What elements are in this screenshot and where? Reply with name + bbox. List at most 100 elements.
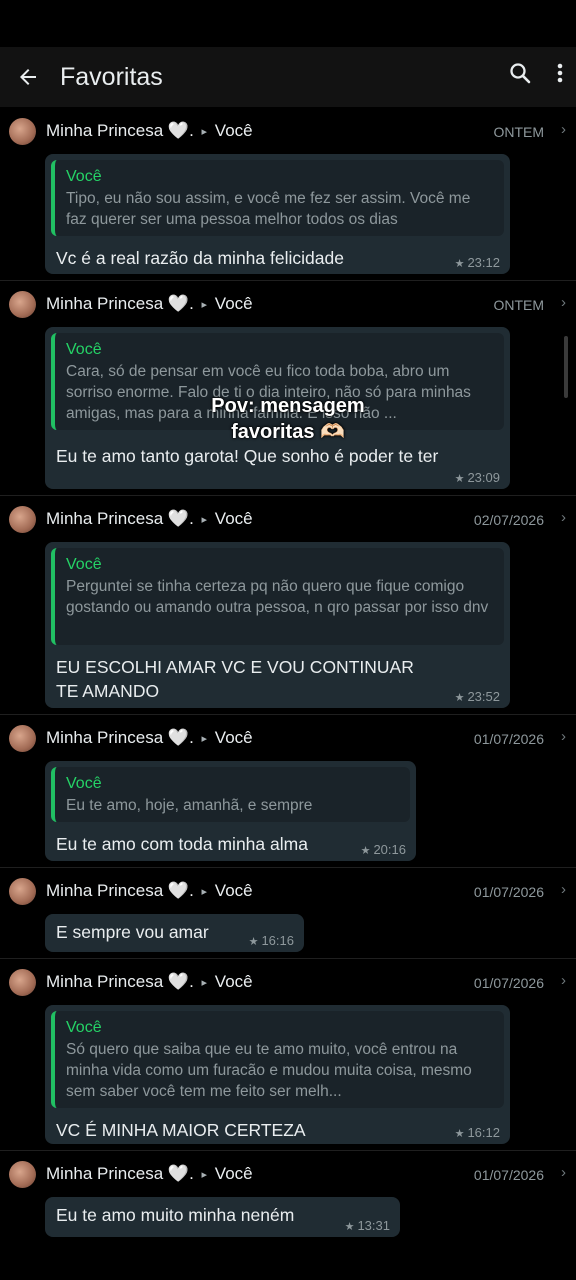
avatar[interactable] <box>9 506 36 533</box>
star-icon: ★ <box>344 1221 355 1233</box>
sender-line: Minha Princesa 🤍. ▸ Você <box>46 881 253 901</box>
star-icon: ★ <box>454 692 465 704</box>
message-time: 16:12 <box>467 1125 500 1140</box>
sender-line: Minha Princesa 🤍. ▸ Você <box>46 294 253 314</box>
heart-emoji: 🤍. <box>167 728 194 747</box>
avatar[interactable] <box>9 1161 36 1188</box>
message-text: Eu te amo tanto garota! Que sonho é pode… <box>56 446 439 466</box>
heart-emoji: 🤍. <box>167 294 194 313</box>
quoted-sender: Você <box>66 556 102 573</box>
search-icon[interactable] <box>508 61 532 85</box>
avatar[interactable] <box>9 291 36 318</box>
starred-message-item[interactable]: Minha Princesa 🤍. ▸ Você 01/07/2026 › Eu… <box>0 1151 576 1271</box>
starred-message-item[interactable]: Minha Princesa 🤍. ▸ Você 01/07/2026 › E … <box>0 868 576 959</box>
quoted-message[interactable]: Você Só quero que saiba que eu te amo mu… <box>51 1011 504 1108</box>
starred-message-item[interactable]: Minha Princesa 🤍. ▸ Você ONTEM › Você Ti… <box>0 108 576 281</box>
arrow-left-icon[interactable] <box>16 65 40 89</box>
chevron-right-icon[interactable]: › <box>561 509 566 526</box>
message-meta: ★ 20:16 <box>361 842 406 857</box>
quoted-text: Tipo, eu não sou assim, e você me fez se… <box>66 190 471 228</box>
message-bubble[interactable]: E sempre vou amar ★ 16:16 <box>45 914 304 952</box>
quoted-sender: Você <box>66 1019 102 1036</box>
avatar[interactable] <box>9 878 36 905</box>
sender-name: Minha Princesa <box>46 294 164 313</box>
heart-emoji: 🤍. <box>167 121 194 140</box>
app-header: Favoritas <box>0 47 576 107</box>
arrow-right-icon: ▸ <box>201 299 208 311</box>
heart-emoji: 🤍. <box>167 509 194 528</box>
heart-emoji: 🤍. <box>167 881 194 900</box>
quoted-text: Eu te amo, hoje, amanhã, e sempre <box>66 797 313 814</box>
message-bubble[interactable]: Você Tipo, eu não sou assim, e você me f… <box>45 154 510 274</box>
recipient-name: Você <box>214 509 253 528</box>
star-icon: ★ <box>454 473 465 485</box>
chevron-right-icon[interactable]: › <box>561 972 566 989</box>
more-vert-icon[interactable] <box>556 61 564 85</box>
arrow-right-icon: ▸ <box>201 886 208 898</box>
quoted-text: Só quero que saiba que eu te amo muito, … <box>66 1041 472 1100</box>
quoted-sender: Você <box>66 775 102 792</box>
quoted-sender: Você <box>66 341 102 358</box>
arrow-right-icon: ▸ <box>201 126 208 138</box>
message-meta: ★ 23:09 <box>455 470 500 485</box>
avatar[interactable] <box>9 725 36 752</box>
quoted-message[interactable]: Você Cara, só de pensar em você eu fico … <box>51 333 504 430</box>
message-text: EU ESCOLHI AMAR VC E VOU CONTINUAR TE AM… <box>56 657 414 701</box>
chevron-right-icon[interactable]: › <box>561 881 566 898</box>
page-title: Favoritas <box>60 62 163 91</box>
message-bubble[interactable]: Você Cara, só de pensar em você eu fico … <box>45 327 510 489</box>
message-date: ONTEM <box>493 124 544 140</box>
sender-name: Minha Princesa <box>46 509 164 528</box>
quoted-message[interactable]: Você Eu te amo, hoje, amanhã, e sempre <box>51 767 410 822</box>
quoted-message[interactable]: Você Tipo, eu não sou assim, e você me f… <box>51 160 504 236</box>
message-meta: ★ 13:31 <box>345 1218 390 1233</box>
scrollbar[interactable] <box>564 336 568 398</box>
message-meta: ★ 16:16 <box>249 933 294 948</box>
message-date: 01/07/2026 <box>473 975 544 991</box>
chevron-right-icon[interactable]: › <box>561 121 566 138</box>
sender-name: Minha Princesa <box>46 121 164 140</box>
message-date: 02/07/2026 <box>473 512 544 528</box>
message-date: ONTEM <box>493 297 544 313</box>
star-icon: ★ <box>248 936 259 948</box>
message-date: 01/07/2026 <box>473 1167 544 1183</box>
chevron-right-icon[interactable]: › <box>561 1164 566 1181</box>
sender-name: Minha Princesa <box>46 1164 164 1183</box>
chevron-right-icon[interactable]: › <box>561 728 566 745</box>
starred-message-item[interactable]: Minha Princesa 🤍. ▸ Você 01/07/2026 › Vo… <box>0 959 576 1151</box>
starred-message-item[interactable]: Minha Princesa 🤍. ▸ Você 01/07/2026 › Vo… <box>0 715 576 868</box>
heart-emoji: 🤍. <box>167 1164 194 1183</box>
arrow-right-icon: ▸ <box>201 733 208 745</box>
message-date: 01/07/2026 <box>473 731 544 747</box>
message-text: Vc é a real razão da minha felicidade <box>56 248 344 268</box>
starred-message-item[interactable]: Minha Princesa 🤍. ▸ Você 02/07/2026 › Vo… <box>0 496 576 715</box>
message-text: Eu te amo com toda minha alma <box>56 834 308 854</box>
chevron-right-icon[interactable]: › <box>561 294 566 311</box>
avatar[interactable] <box>9 118 36 145</box>
starred-message-item[interactable]: Minha Princesa 🤍. ▸ Você ONTEM › Você Ca… <box>0 281 576 496</box>
sender-name: Minha Princesa <box>46 728 164 747</box>
quoted-text: Cara, só de pensar em você eu fico toda … <box>66 363 471 422</box>
message-date: 01/07/2026 <box>473 884 544 900</box>
quoted-message[interactable]: Você Perguntei se tinha certeza pq não q… <box>51 548 504 645</box>
recipient-name: Você <box>214 294 253 313</box>
heart-emoji: 🤍. <box>167 972 194 991</box>
message-text: Eu te amo muito minha neném <box>56 1205 295 1225</box>
sender-line: Minha Princesa 🤍. ▸ Você <box>46 972 253 992</box>
message-bubble[interactable]: Você Perguntei se tinha certeza pq não q… <box>45 542 510 708</box>
message-time: 13:31 <box>357 1218 390 1233</box>
recipient-name: Você <box>214 121 253 140</box>
star-icon: ★ <box>454 258 465 270</box>
sender-line: Minha Princesa 🤍. ▸ Você <box>46 1164 253 1184</box>
recipient-name: Você <box>214 728 253 747</box>
message-text: VC É MINHA MAIOR CERTEZA <box>56 1120 306 1140</box>
message-bubble[interactable]: Eu te amo muito minha neném ★ 13:31 <box>45 1197 400 1237</box>
message-time: 16:16 <box>261 933 294 948</box>
sender-name: Minha Princesa <box>46 881 164 900</box>
message-time: 23:12 <box>467 255 500 270</box>
message-bubble[interactable]: Você Só quero que saiba que eu te amo mu… <box>45 1005 510 1144</box>
avatar[interactable] <box>9 969 36 996</box>
message-bubble[interactable]: Você Eu te amo, hoje, amanhã, e sempre E… <box>45 761 416 861</box>
message-time: 23:52 <box>467 689 500 704</box>
recipient-name: Você <box>214 881 253 900</box>
